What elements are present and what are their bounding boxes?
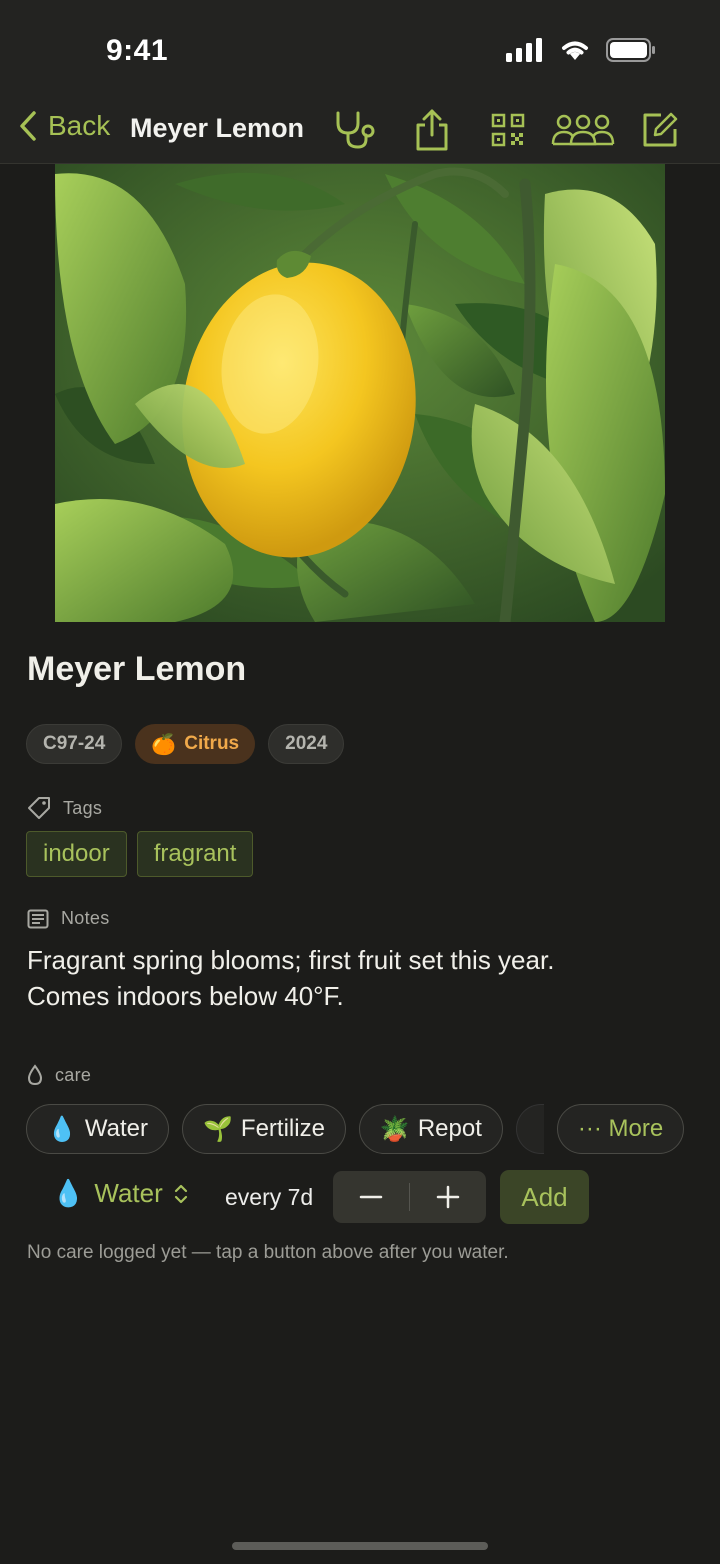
edit-button[interactable]: [636, 108, 684, 152]
qr-code-icon: [491, 113, 525, 147]
tag-item[interactable]: fragrant: [136, 831, 254, 877]
notes-line: Comes indoors below 40°F.: [27, 981, 344, 1011]
qr-code-button[interactable]: [484, 108, 532, 152]
decrement-button[interactable]: [333, 1171, 409, 1223]
water-drop-icon: 💧: [47, 1115, 77, 1143]
notes-section-label: Notes: [27, 908, 110, 929]
empty-care-message: No care logged yet — tap a button above …: [27, 1242, 509, 1263]
category-chip-label: Citrus: [184, 733, 240, 754]
year-chip[interactable]: 2024: [268, 724, 345, 764]
status-icons: [506, 38, 656, 62]
navigation-bar: Back Meyer Lemon: [0, 100, 720, 164]
notes-text: Fragrant spring blooms; first fruit set …: [27, 942, 687, 1014]
more-button-label: ··· More: [577, 1115, 664, 1142]
tags-section-label: Tags: [27, 796, 102, 820]
interval-stepper: [333, 1171, 486, 1223]
tag-icon: [28, 797, 50, 819]
stethoscope-icon: [336, 111, 375, 149]
nav-title: Meyer Lemon: [130, 113, 305, 143]
potted-plant-icon: 🪴: [379, 1115, 410, 1143]
people-button[interactable]: [548, 108, 618, 152]
fertilize-button[interactable]: 🌱 Fertilize: [182, 1104, 346, 1154]
water-button-label: Water: [84, 1115, 149, 1142]
tags-label: Tags: [63, 797, 103, 818]
notes-line: Fragrant spring blooms; first fruit set …: [27, 945, 555, 975]
care-schedule: 💧 Water every 7d Add: [52, 1170, 612, 1224]
water-button[interactable]: 💧 Water: [26, 1104, 170, 1154]
back-label: Back: [48, 110, 111, 141]
seedling-icon: 🌱: [203, 1115, 233, 1143]
care-label: care: [55, 1064, 92, 1085]
care-actions: 💧 Water 🌱 Fertilize 🪴 Repot ··· More: [26, 1104, 685, 1154]
chevron-up-down-icon: [174, 1184, 187, 1203]
home-indicator[interactable]: [232, 1542, 488, 1550]
year-chip-label: 2024: [285, 733, 328, 754]
orange-icon: 🍊: [151, 733, 177, 756]
minus-icon: [359, 1195, 383, 1199]
drop-outline-icon: [27, 1064, 43, 1086]
wifi-icon: [562, 41, 588, 60]
notes-icon: [27, 909, 49, 928]
notes-label: Notes: [61, 908, 110, 928]
hidden-care-button[interactable]: [515, 1104, 544, 1154]
fertilize-button-label: Fertilize: [240, 1115, 325, 1142]
add-schedule-button[interactable]: Add: [500, 1170, 589, 1224]
schedule-type-picker[interactable]: 💧 Water: [52, 1178, 189, 1209]
more-button[interactable]: ··· More: [556, 1104, 685, 1154]
schedule-type-label: Water: [94, 1178, 163, 1208]
water-drop-icon: 💧: [52, 1178, 85, 1208]
plant-photo: [55, 164, 665, 622]
edit-icon: [643, 112, 678, 147]
share-icon: [416, 109, 448, 151]
battery-icon: [606, 38, 655, 62]
code-chip[interactable]: C97-24: [26, 724, 123, 764]
plant-name: Meyer Lemon: [27, 650, 247, 688]
signal-icon: [506, 38, 542, 62]
tag-list: indoor fragrant: [26, 831, 254, 877]
schedule-interval: every 7d: [225, 1184, 314, 1210]
repot-button-label: Repot: [417, 1115, 482, 1142]
increment-button[interactable]: [410, 1171, 486, 1223]
status-time: 9:41: [106, 34, 169, 67]
status-bar: 9:41: [0, 0, 720, 100]
care-section-label: care: [27, 1064, 91, 1086]
share-button[interactable]: [408, 108, 456, 152]
back-button[interactable]: Back: [18, 110, 110, 142]
category-chip[interactable]: 🍊 Citrus: [135, 724, 256, 764]
code-chip-label: C97-24: [43, 733, 106, 754]
plant-chips: C97-24 🍊 Citrus 2024: [26, 724, 345, 764]
repot-button[interactable]: 🪴 Repot: [358, 1104, 503, 1154]
lemon-photo-illustration: [55, 164, 665, 622]
chevron-left-icon: [20, 111, 36, 141]
stethoscope-button[interactable]: [332, 108, 380, 152]
plus-icon: [436, 1185, 460, 1209]
people-icon: [551, 114, 615, 146]
tag-item[interactable]: indoor: [26, 831, 127, 877]
